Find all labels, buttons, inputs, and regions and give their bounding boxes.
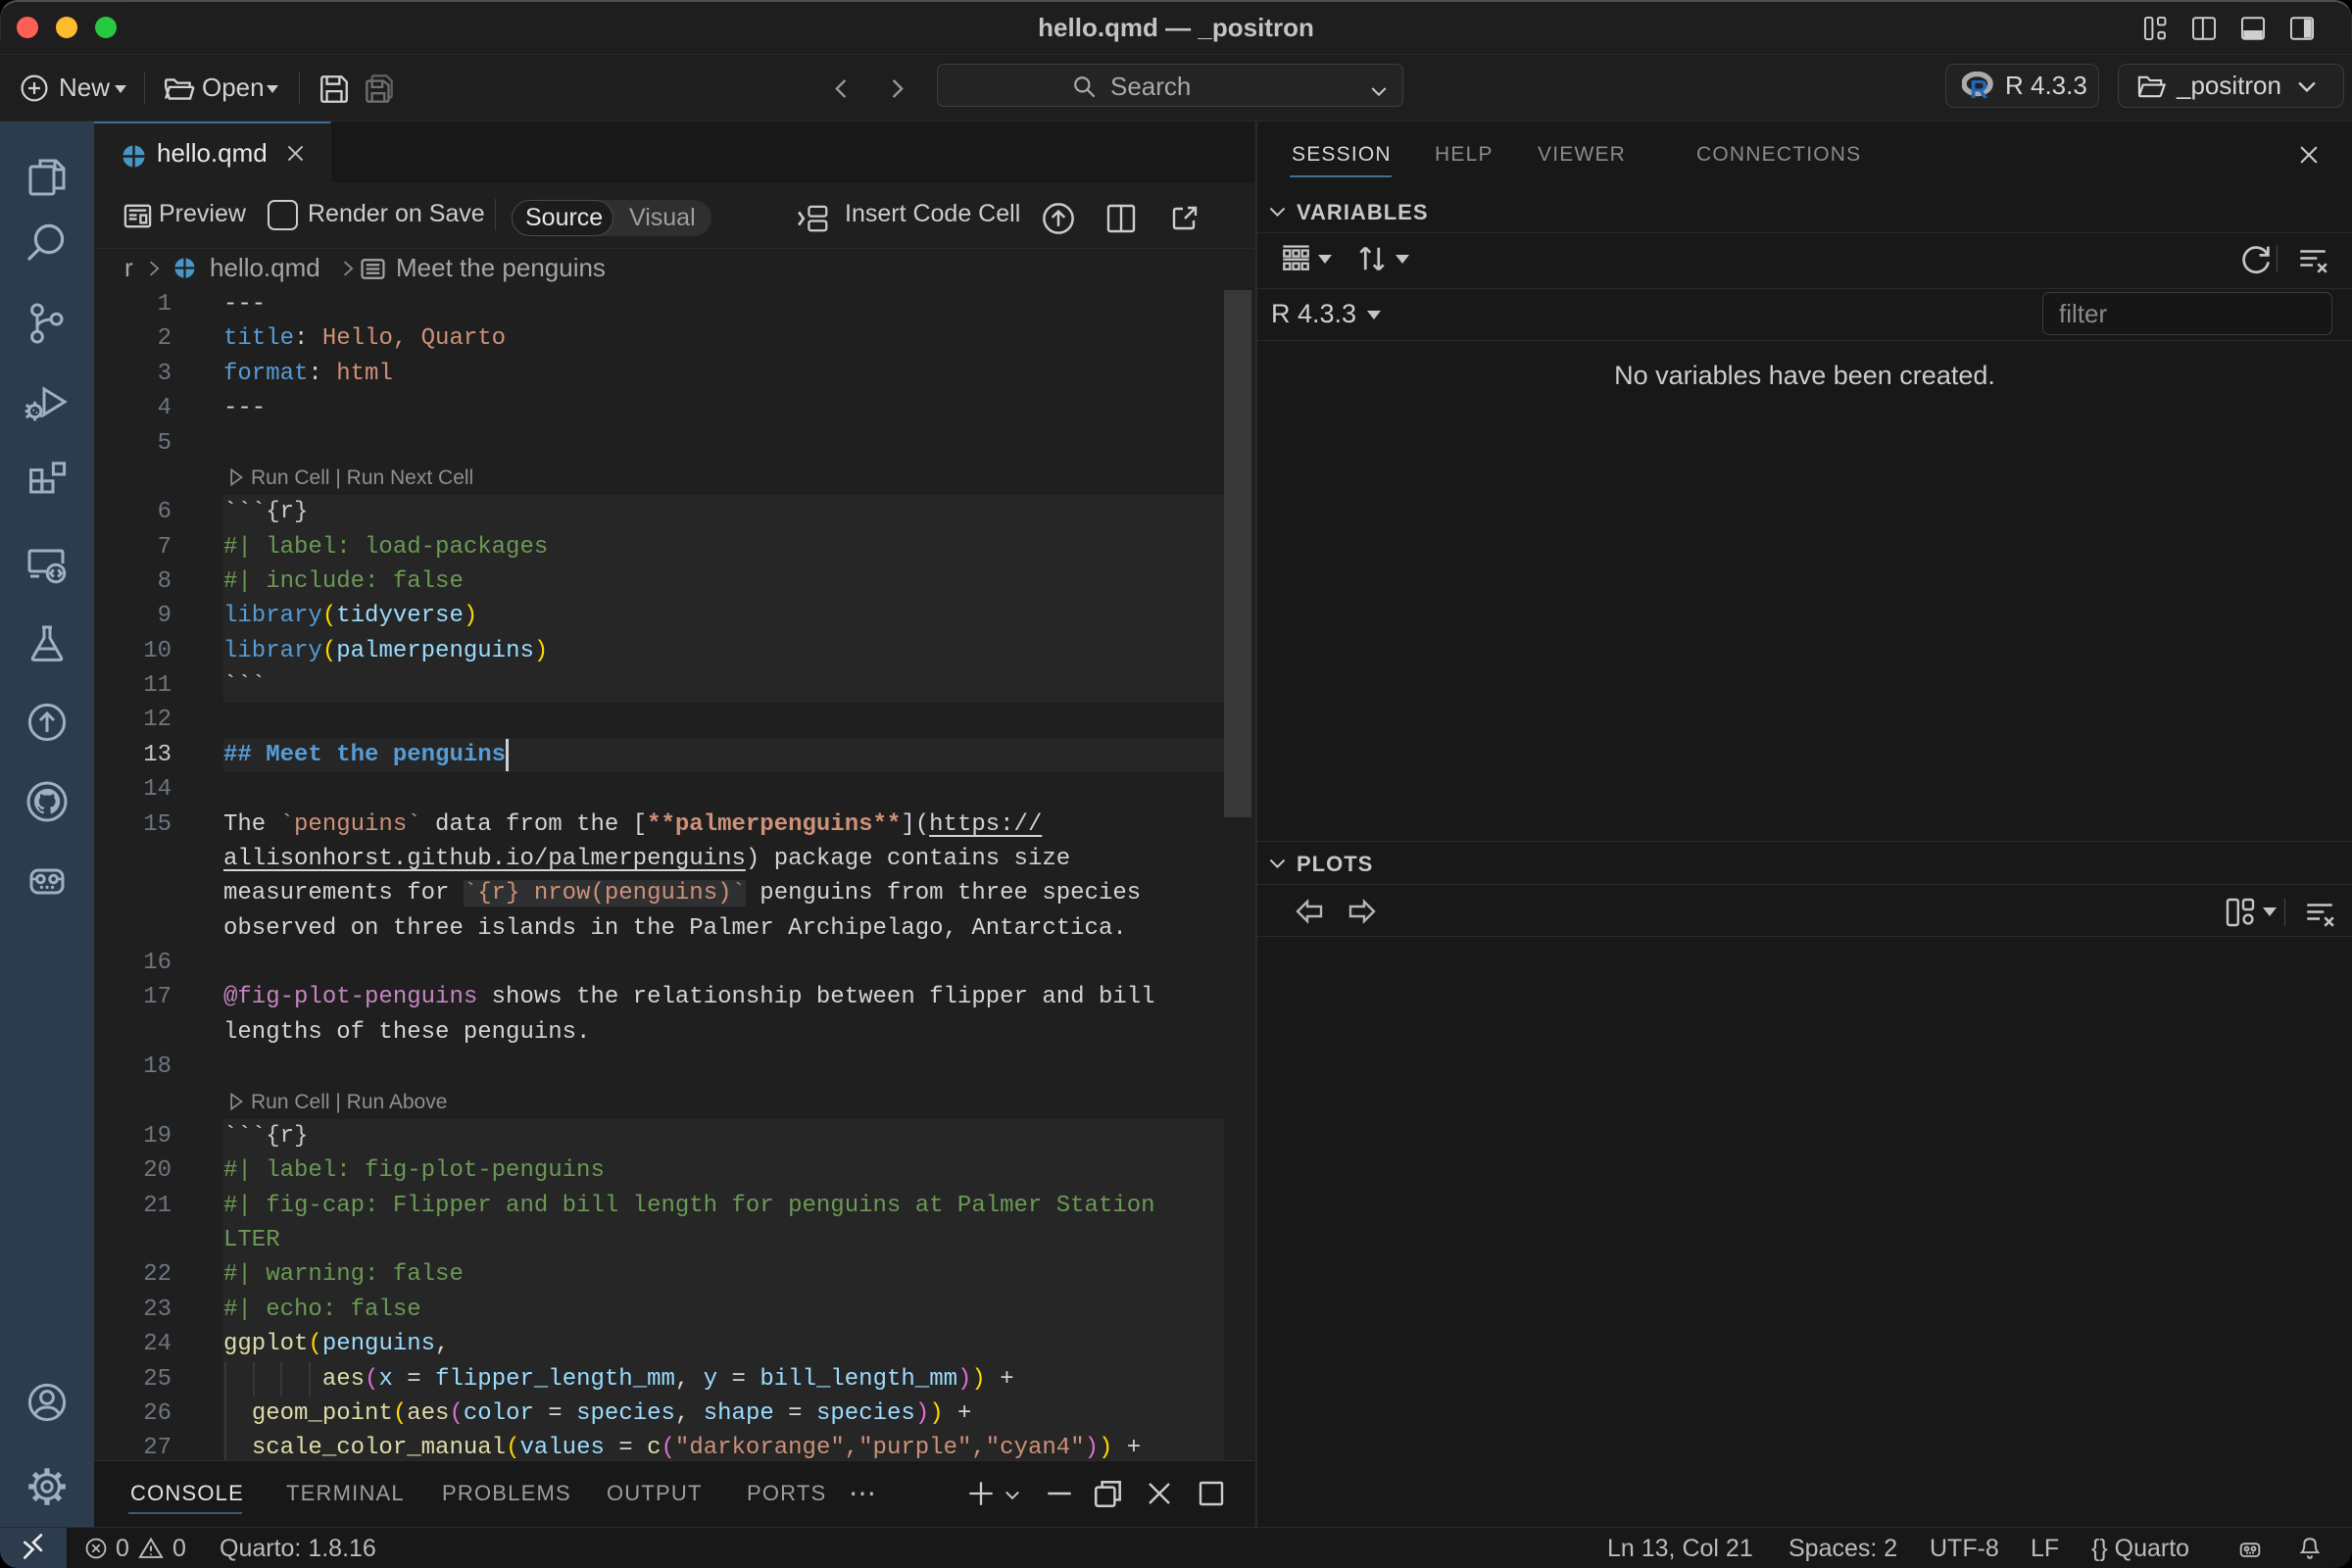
svg-text:R: R [1970,74,1988,101]
